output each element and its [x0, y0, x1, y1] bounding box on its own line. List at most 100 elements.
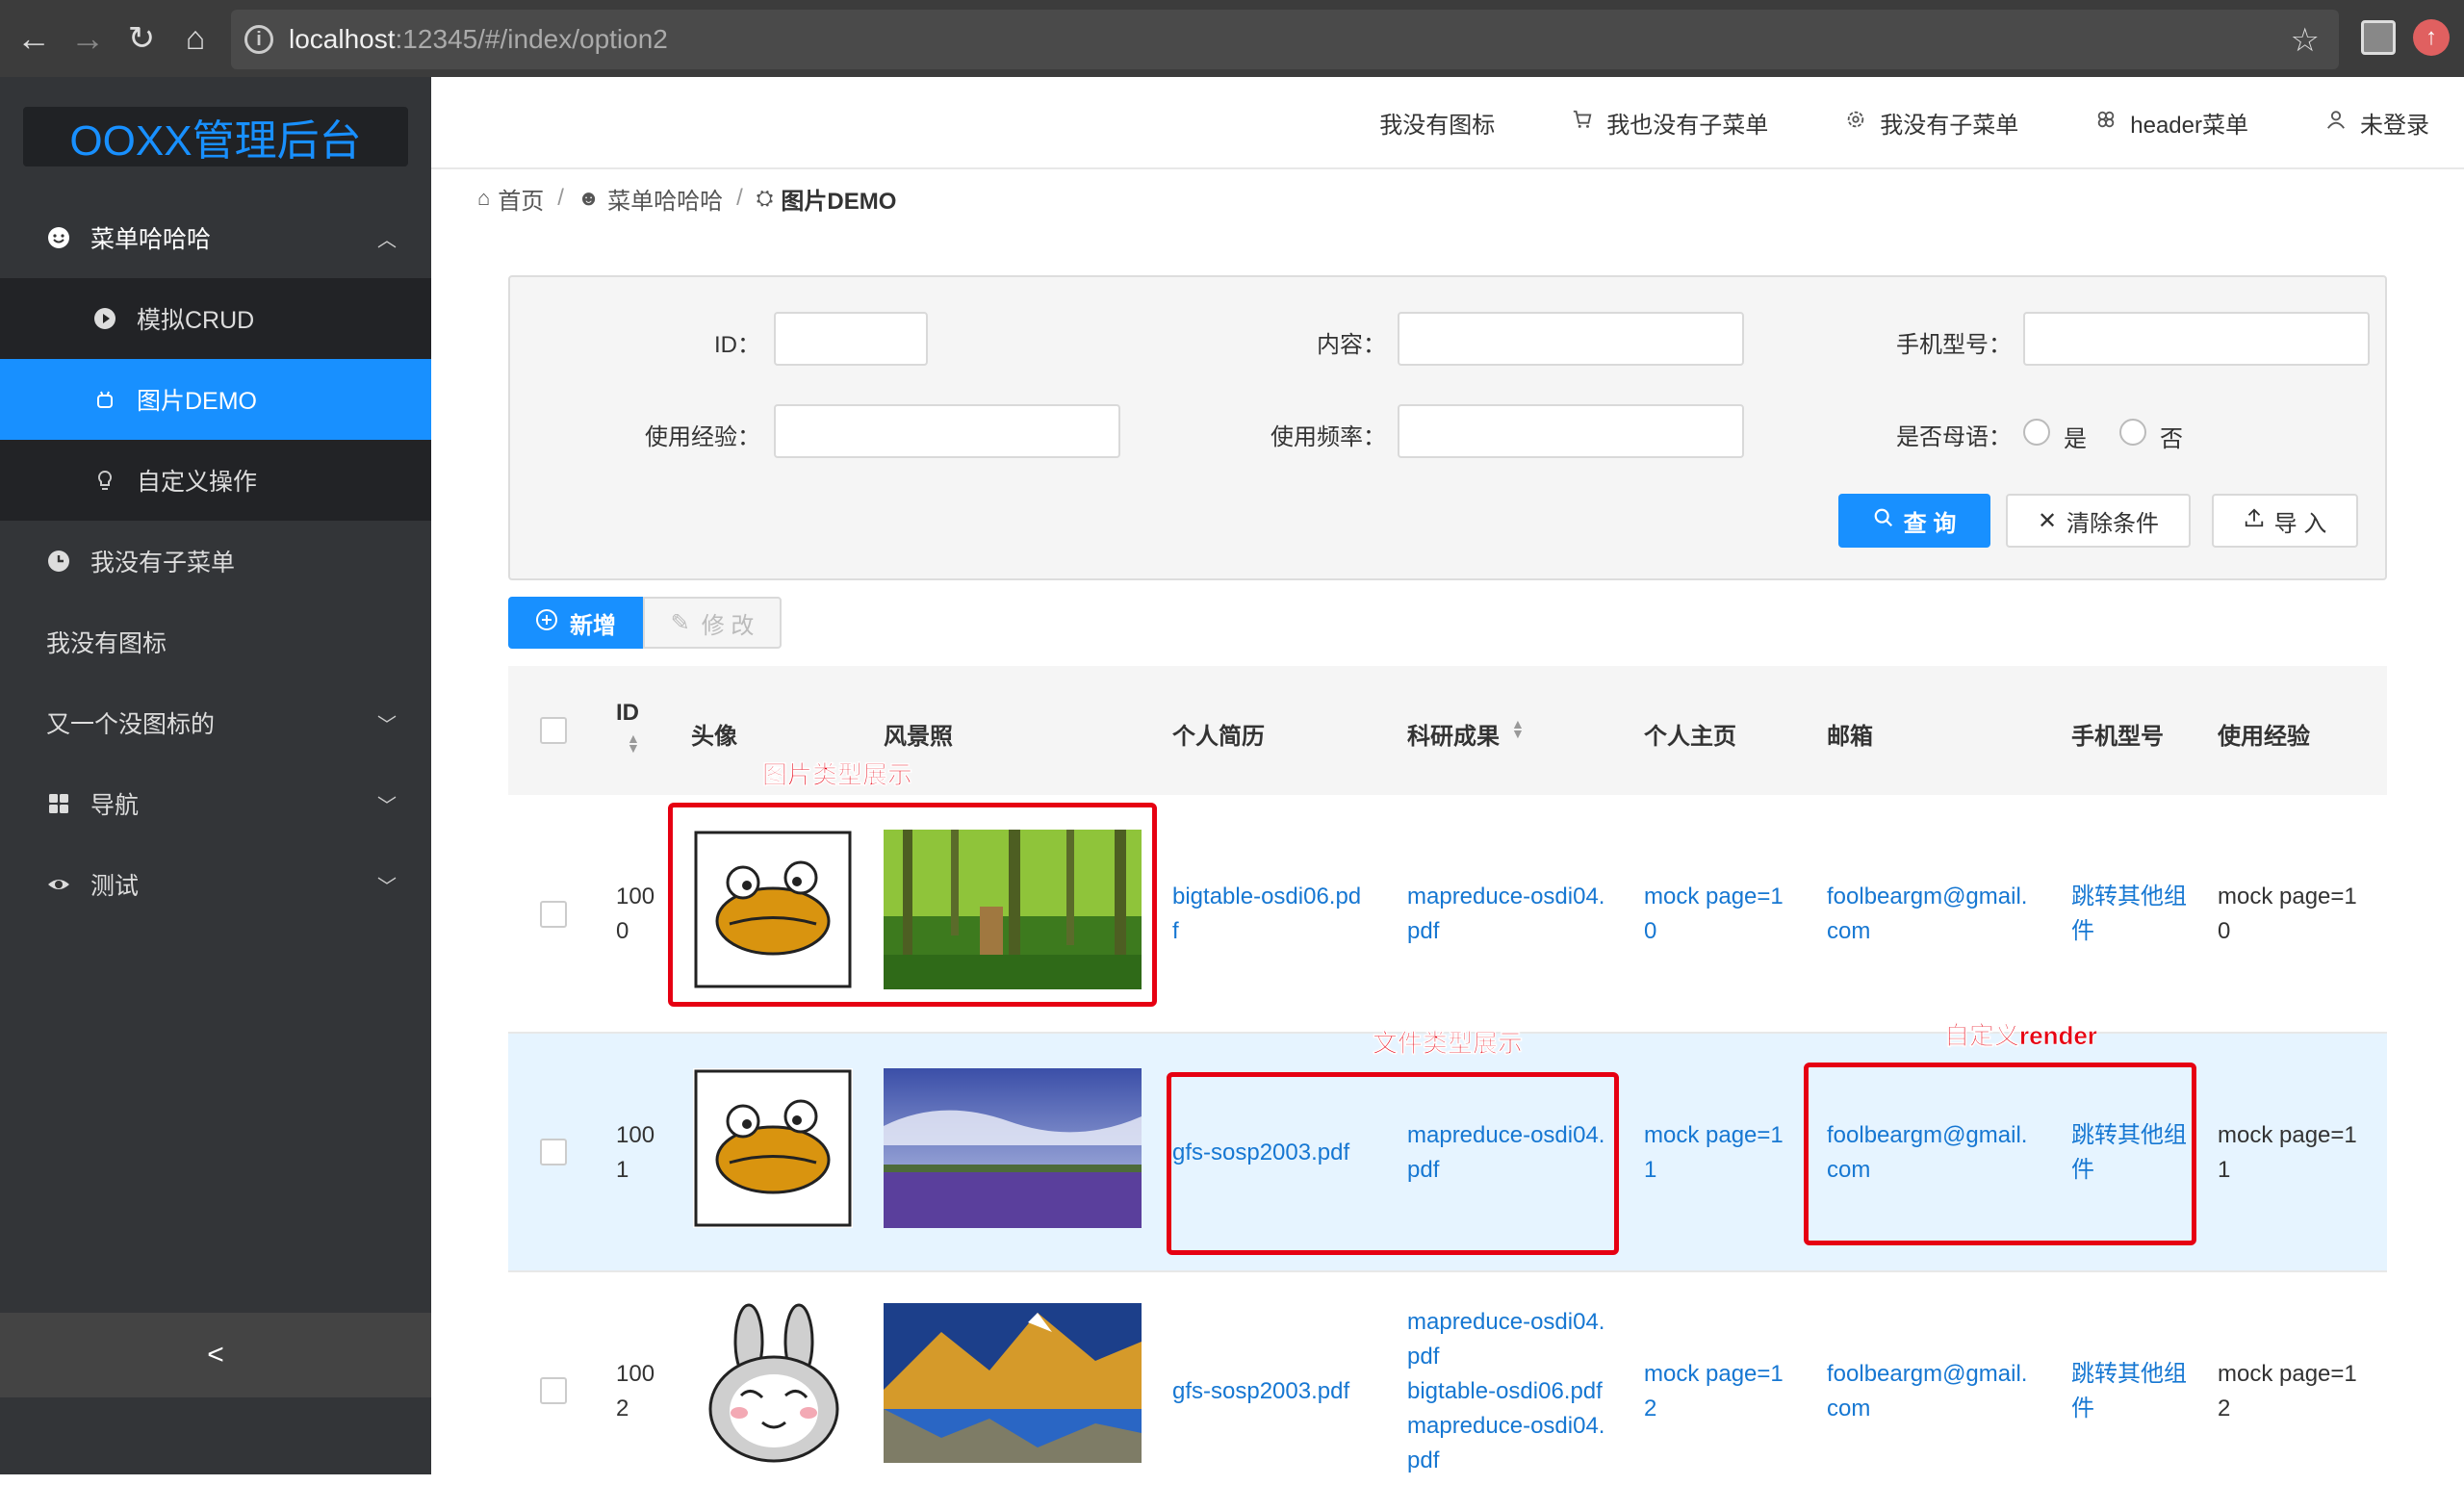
th-avatar: 头像 — [691, 724, 737, 750]
native-yes-radio[interactable] — [2023, 419, 2050, 446]
add-button-label: 新增 — [570, 612, 616, 639]
extension-icon[interactable] — [2361, 20, 2396, 55]
edit-button-label: 修 改 — [701, 612, 755, 639]
header-item-header-menu[interactable]: header菜单 — [2095, 106, 2248, 140]
clear-button-label: 清除条件 — [2066, 510, 2160, 537]
frequency-input[interactable] — [1398, 404, 1744, 458]
sidebar-item-label: 又一个没图标的 — [46, 711, 216, 738]
close-icon: ✕ — [2037, 507, 2058, 534]
email-link[interactable]: foolbeargm@gmail. com — [1827, 880, 2027, 949]
sidebar-item-custom-action[interactable]: 自定义操作 — [0, 440, 431, 521]
address-bar[interactable]: i localhost:12345/#/index/option2 ☆ — [231, 10, 2339, 69]
experience-input[interactable] — [774, 404, 1120, 458]
plus-circle-icon — [535, 608, 558, 638]
phone-link[interactable]: 跳转其他组件 — [2071, 880, 2187, 949]
forward-arrow-icon[interactable]: → — [67, 18, 108, 59]
header-item-login[interactable]: 未登录 — [2325, 106, 2429, 140]
import-button[interactable]: 导 入 — [2212, 494, 2358, 548]
annotation-custom-render: 自定义render — [1944, 1021, 2097, 1051]
top-header: 我没有图标 我也没有子菜单 我没有子菜单 header菜单 未登录 — [431, 77, 2464, 169]
breadcrumb-menu[interactable]: 菜单哈哈哈 — [607, 182, 723, 216]
scene-image[interactable] — [884, 1068, 1142, 1228]
header-item-no-submenu[interactable]: 我没有子菜单 — [1845, 106, 2018, 140]
sidebar-item-nav[interactable]: 导航 ﹀ — [0, 763, 431, 844]
sidebar-collapse-button[interactable]: < — [0, 1313, 431, 1397]
sidebar-item-another-no-icon[interactable]: 又一个没图标的 ﹀ — [0, 682, 431, 763]
row-checkbox[interactable] — [540, 1377, 567, 1404]
id-label: ID： — [714, 332, 760, 358]
annotation-image-type: 图片类型展示 — [762, 760, 913, 790]
annotation-image-box — [668, 803, 1157, 1007]
avatar-image[interactable] — [693, 1303, 853, 1463]
sidebar-item-menu-hahaha[interactable]: 菜单哈哈哈 ︿ — [0, 197, 431, 278]
th-resume: 个人简历 — [1172, 724, 1265, 750]
header-item-no-submenu-also[interactable]: 我也没有子菜单 — [1572, 106, 1768, 140]
bulb-icon — [92, 468, 117, 493]
star-icon[interactable]: ☆ — [2291, 21, 2320, 60]
header-item-label: header菜单 — [2130, 112, 2248, 139]
native-no-label: 否 — [2160, 426, 2183, 452]
sidebar-item-crud[interactable]: 模拟CRUD — [0, 278, 431, 359]
scene-image[interactable] — [884, 1303, 1142, 1463]
header-item-no-icon[interactable]: 我没有图标 — [1379, 106, 1495, 140]
header-item-label: 我没有图标 — [1379, 112, 1496, 139]
chevron-down-icon: ﹀ — [377, 876, 397, 898]
home-icon[interactable]: ⌂ — [175, 18, 216, 59]
user-icon — [2325, 109, 2347, 136]
sort-icon[interactable]: ▲ ▼ — [627, 731, 640, 755]
th-id[interactable]: ID — [616, 700, 639, 727]
appstore-icon — [46, 791, 71, 816]
breadcrumb-home[interactable]: 首页 — [498, 182, 544, 216]
edit-icon: ✎ — [670, 609, 690, 636]
homepage-link[interactable]: mock page=1 1 — [1644, 1118, 1784, 1188]
native-yes-label: 是 — [2064, 426, 2087, 452]
sidebar-item-label: 图片DEMO — [137, 388, 258, 415]
phone-link[interactable]: 跳转其他组件 — [2071, 1357, 2187, 1426]
email-link[interactable]: foolbeargm@gmail. com — [1827, 1357, 2027, 1426]
edit-button[interactable]: ✎ 修 改 — [643, 597, 782, 649]
shopping-cart-icon — [1572, 109, 1593, 136]
resume-link[interactable]: bigtable-osdi06.pd f — [1172, 880, 1361, 949]
sidebar-item-image-demo[interactable]: 图片DEMO — [0, 359, 431, 440]
reload-icon[interactable]: ↻ — [121, 18, 162, 59]
add-button[interactable]: 新增 — [508, 597, 643, 649]
phone-model-input[interactable] — [2023, 312, 2370, 366]
import-button-label: 导 入 — [2273, 510, 2327, 537]
play-circle-icon — [92, 306, 117, 331]
breadcrumb-separator: / — [736, 185, 743, 211]
sidebar-item-no-icon[interactable]: 我没有图标 — [0, 602, 431, 682]
row-checkbox[interactable] — [540, 901, 567, 928]
th-email: 邮箱 — [1827, 724, 1873, 750]
search-button[interactable]: 查 询 — [1838, 494, 1990, 548]
content-label: 内容： — [1317, 332, 1386, 358]
chevron-up-icon: ︿ — [377, 229, 397, 251]
info-icon[interactable]: i — [244, 25, 273, 54]
select-all-checkbox[interactable] — [540, 717, 567, 744]
breadcrumb: ⌂ 首页 / ☻ 菜单哈哈哈 / ⛭ 图片DEMO — [477, 181, 896, 216]
resume-link[interactable]: gfs-sosp2003.pdf — [1172, 1374, 1349, 1409]
annotation-render-box — [1804, 1063, 2196, 1245]
homepage-link[interactable]: mock page=1 0 — [1644, 880, 1784, 949]
url-path: :12345/#/index/option2 — [395, 24, 668, 54]
sidebar-item-test[interactable]: 测试 ﹀ — [0, 844, 431, 925]
upload-extension-icon[interactable]: ↑ — [2413, 19, 2450, 56]
th-research[interactable]: 科研成果 — [1407, 717, 1500, 751]
research-link[interactable]: mapreduce-osdi04. pdf bigtable-osdi06.pdf m… — [1407, 1305, 1604, 1478]
id-input[interactable] — [774, 312, 928, 366]
breadcrumb-separator: / — [557, 185, 564, 211]
sidebar-item-label: 导航 — [90, 792, 140, 819]
native-no-radio[interactable] — [2119, 419, 2146, 446]
logo: OOXX管理后台 — [23, 107, 408, 166]
sort-icon[interactable]: ▲ ▼ — [1511, 717, 1525, 740]
clear-button[interactable]: ✕ 清除条件 — [2006, 494, 2191, 548]
phone-model-label: 手机型号： — [1896, 332, 2012, 358]
row-checkbox[interactable] — [540, 1139, 567, 1165]
homepage-link[interactable]: mock page=1 2 — [1644, 1357, 1784, 1426]
back-arrow-icon[interactable]: ← — [13, 18, 54, 59]
sidebar-item-label: 测试 — [90, 873, 140, 900]
research-link[interactable]: mapreduce-osdi04. pdf — [1407, 880, 1604, 949]
chevron-down-icon: ﹀ — [377, 714, 397, 736]
content-input[interactable] — [1398, 312, 1744, 366]
sidebar-item-no-submenu[interactable]: 我没有子菜单 — [0, 521, 431, 602]
avatar-image[interactable] — [693, 1068, 853, 1228]
